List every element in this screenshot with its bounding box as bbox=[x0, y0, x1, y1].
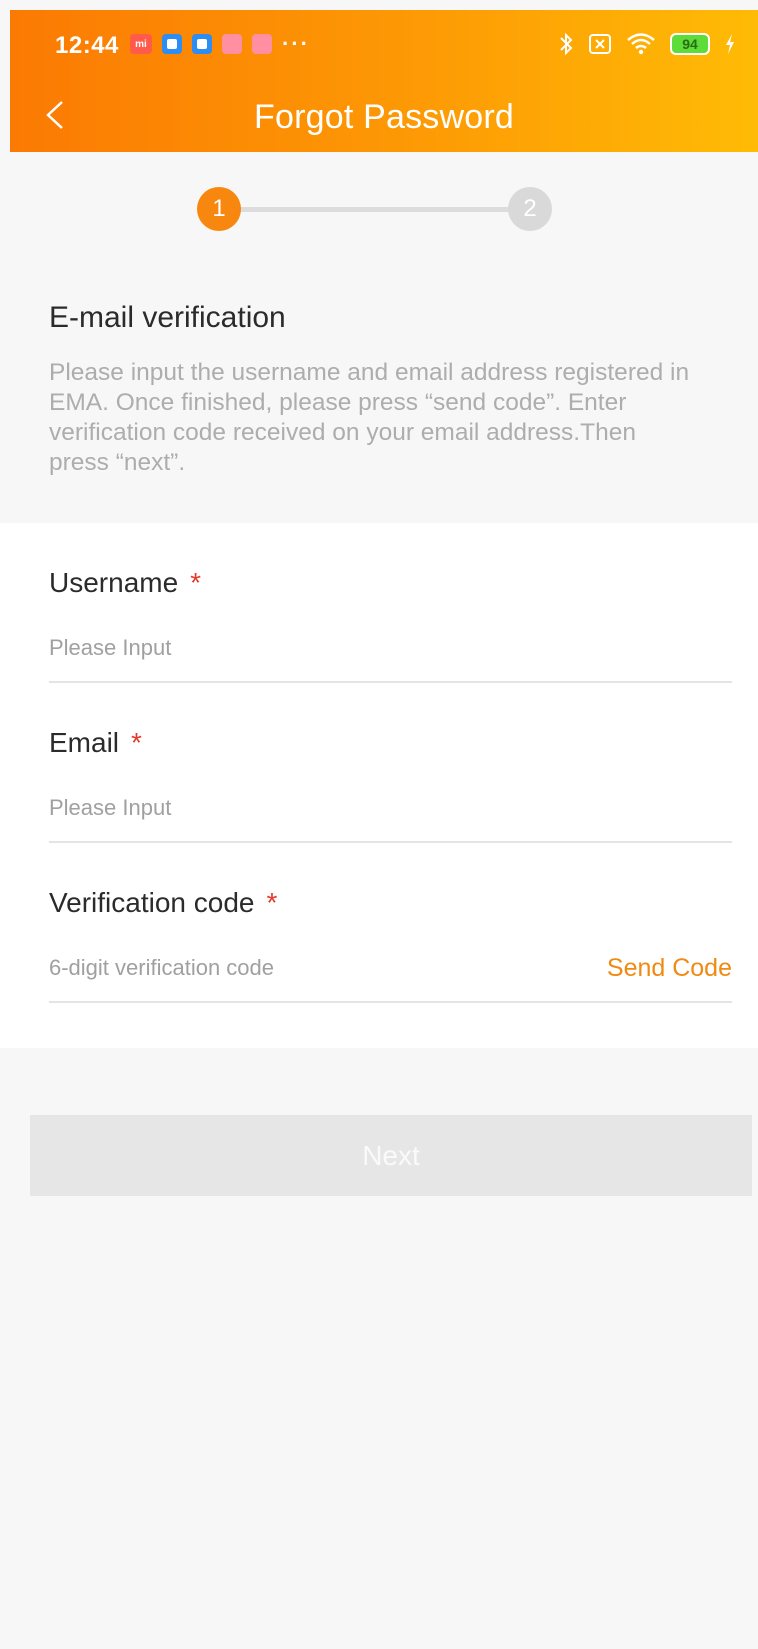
username-input[interactable]: Please Input bbox=[49, 635, 732, 671]
app-notification-icon bbox=[222, 34, 242, 54]
step-1-indicator: 1 bbox=[197, 187, 241, 231]
username-label-text: Username bbox=[49, 567, 179, 598]
bluetooth-icon bbox=[560, 32, 573, 56]
app-notification-icon bbox=[252, 34, 272, 54]
required-marker: * bbox=[131, 727, 142, 758]
wifi-icon bbox=[627, 33, 655, 55]
mi-notification-icon: mi bbox=[130, 34, 152, 54]
verification-code-label: Verification code * bbox=[49, 887, 277, 919]
next-button[interactable]: Next bbox=[30, 1115, 752, 1196]
username-underline bbox=[49, 681, 732, 683]
section-title: E-mail verification bbox=[49, 301, 286, 334]
username-label: Username * bbox=[49, 567, 201, 599]
navigation-bar: Forgot Password bbox=[10, 80, 758, 152]
required-marker: * bbox=[190, 567, 202, 598]
app-notification-icon bbox=[192, 34, 212, 54]
email-underline bbox=[49, 841, 732, 843]
app-notification-icon bbox=[162, 34, 182, 54]
charging-icon bbox=[726, 34, 734, 54]
verification-code-label-text: Verification code bbox=[49, 887, 255, 918]
email-label-text: Email bbox=[49, 727, 120, 758]
progress-stepper: 1 2 bbox=[197, 187, 557, 231]
app-header: 12:44 mi ··· 94 Forgot Password bbox=[10, 10, 758, 152]
sim-off-icon bbox=[589, 34, 611, 54]
verification-code-underline bbox=[49, 1001, 732, 1003]
battery-icon: 94 bbox=[670, 33, 710, 55]
step-2-indicator: 2 bbox=[508, 187, 552, 231]
status-time: 12:44 bbox=[55, 32, 119, 59]
more-notifications-icon: ··· bbox=[282, 31, 310, 56]
section-description: Please input the username and email addr… bbox=[49, 359, 690, 476]
verification-code-input[interactable]: 6-digit verification code bbox=[49, 955, 569, 991]
send-code-button[interactable]: Send Code bbox=[607, 954, 732, 983]
status-bar: 12:44 mi ··· 94 bbox=[10, 10, 758, 80]
required-marker: * bbox=[266, 887, 278, 918]
verification-form: Username * Please Input Email * Please Inp… bbox=[0, 523, 758, 1048]
email-input[interactable]: Please Input bbox=[49, 795, 732, 831]
stepper-line bbox=[237, 207, 519, 212]
email-label: Email * bbox=[49, 727, 142, 759]
system-icons: 94 bbox=[558, 32, 736, 56]
page-title: Forgot Password bbox=[254, 98, 514, 136]
notification-icons: mi ··· bbox=[130, 31, 310, 56]
